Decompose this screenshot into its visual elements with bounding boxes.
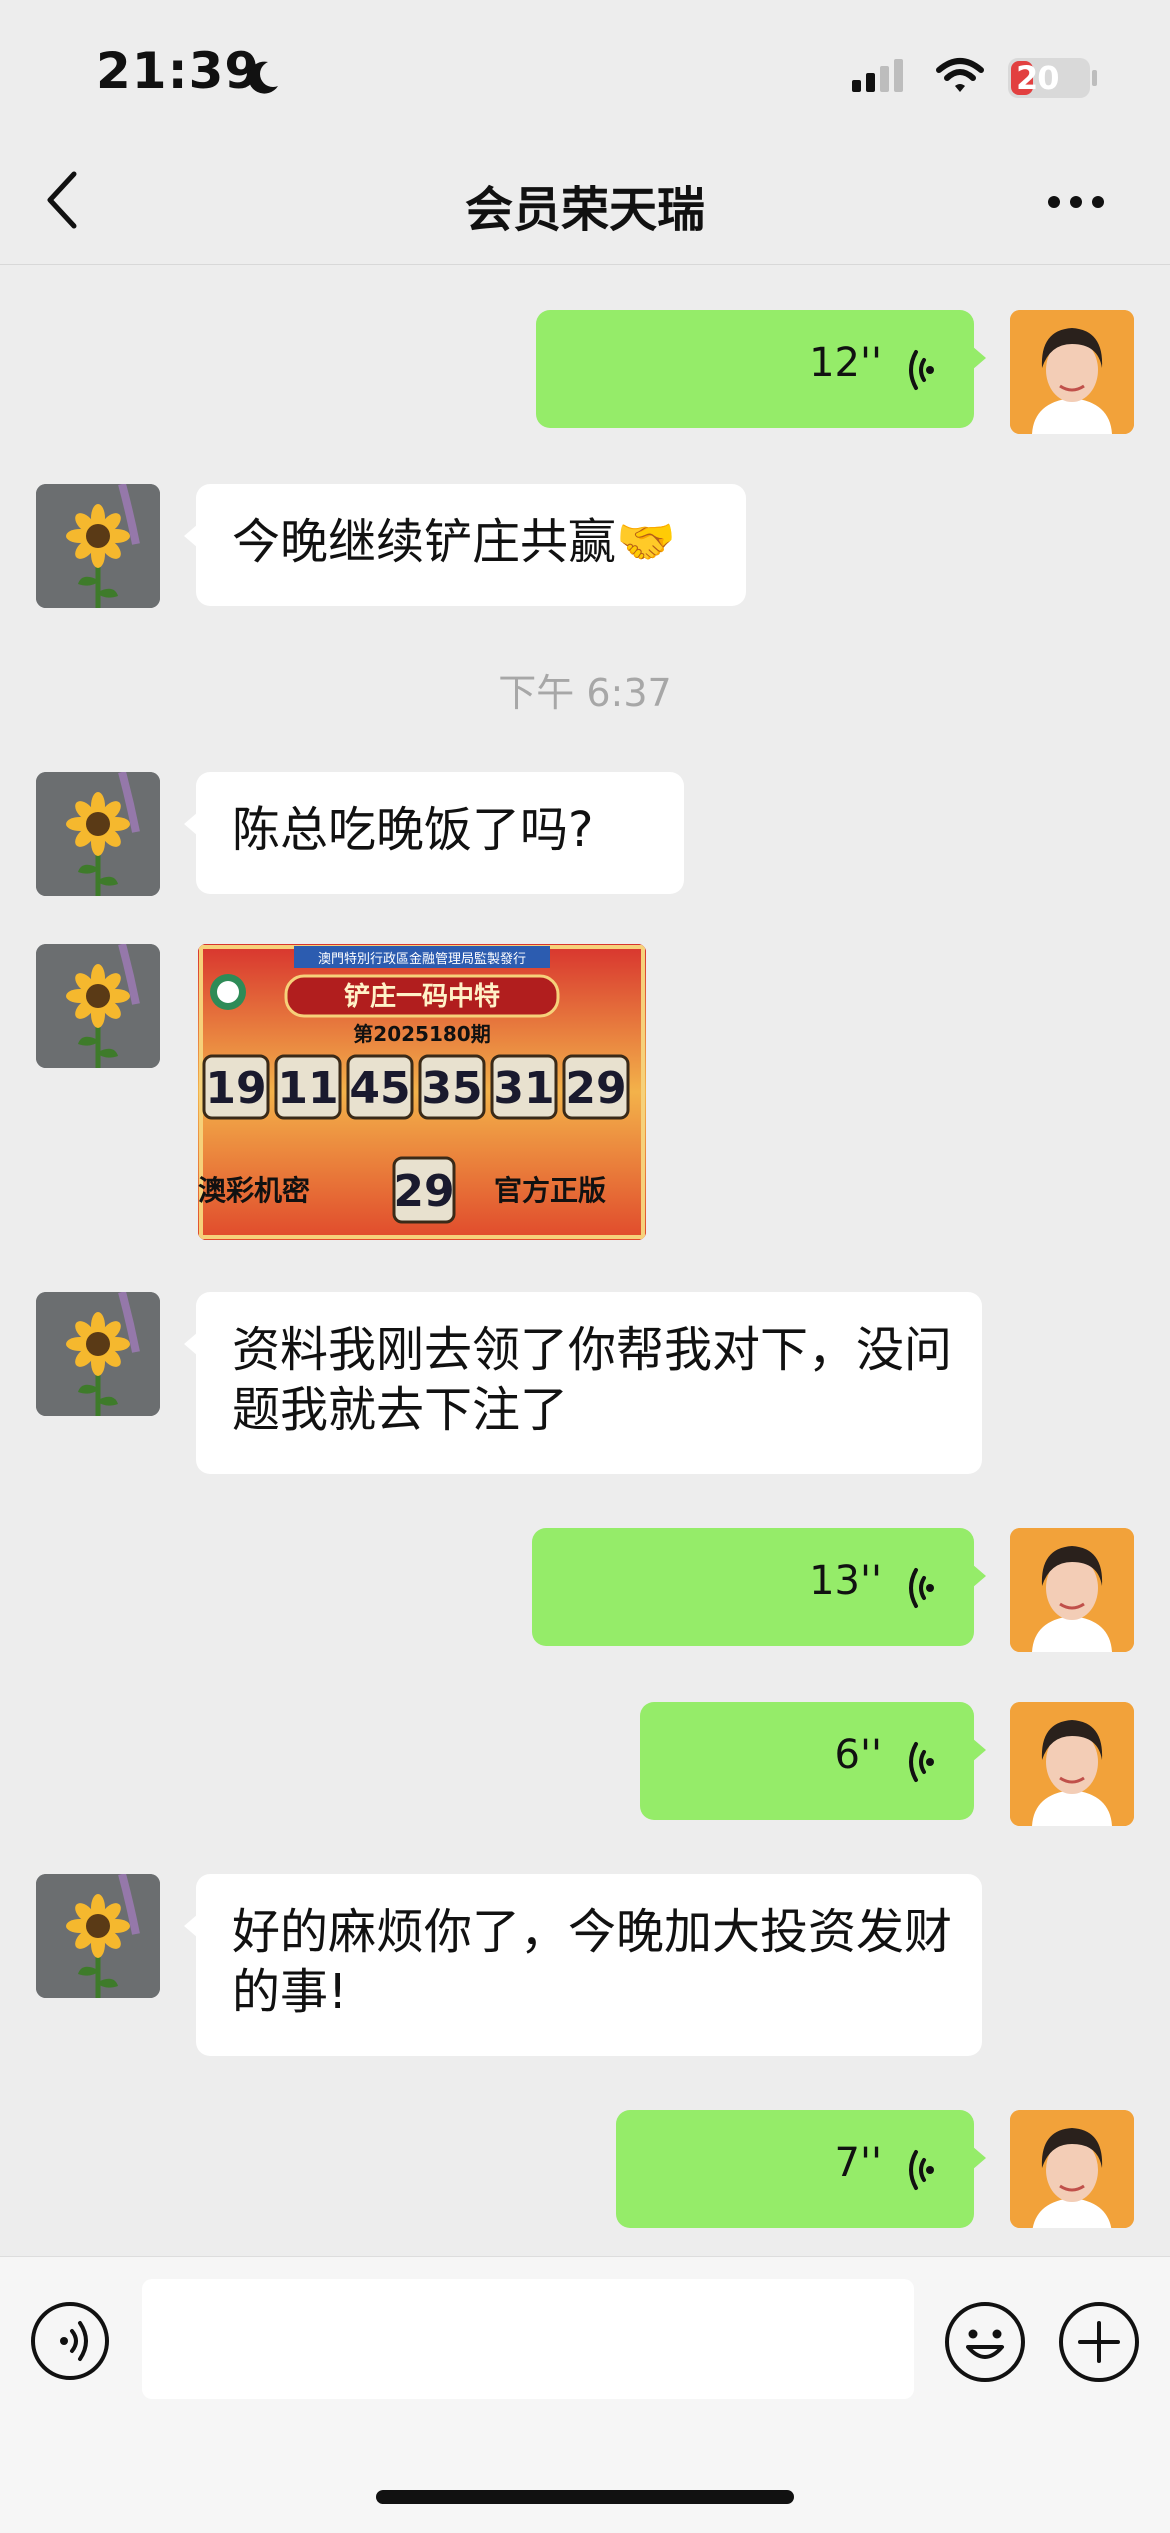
voice-wave-icon [909,350,934,390]
avatar[interactable] [36,484,160,608]
voice-wave-icon [909,1742,934,1782]
message-text: 今晚继续铲庄共赢🤝 [232,514,676,570]
lottery-special-number: 29 [393,1166,454,1217]
voice-duration: 12'' [809,340,882,386]
battery-level: 20 [1016,59,1060,97]
avatar-portrait [1010,1528,1134,1652]
avatar-portrait [1010,2110,1134,2228]
lottery-issue: 第2025180期 [353,1022,490,1046]
sunflower-avatar [36,1292,160,1416]
voice-toggle-icon[interactable] [30,2301,110,2381]
lottery-right-label: 官方正版 [494,1174,606,1207]
sunflower-avatar [36,1874,160,1998]
sunflower-avatar [36,484,160,608]
voice-message[interactable]: 13'' [532,1528,986,1646]
voice-message[interactable]: 7'' [616,2110,986,2228]
moon-icon [248,61,278,94]
avatar[interactable] [1010,2110,1134,2228]
avatar-portrait [1010,310,1134,434]
message-text: 好的麻烦你了，今晚加大投资发财的事! [232,1904,953,2020]
text-message[interactable]: 资料我刚去领了你帮我对下，没问题我就去下注了 [184,1292,982,1474]
voice-wave-icon [909,1568,934,1608]
lottery-number: 11 [277,1063,338,1114]
lottery-number: 31 [493,1063,554,1114]
sunflower-avatar [36,772,160,896]
lottery-header: 澳門特別行政區金融管理局監製發行 [318,951,526,967]
voice-wave-icon [909,2150,934,2190]
lottery-left-label: 澳彩机密 [198,1174,310,1207]
avatar[interactable] [1010,310,1134,434]
signal-icon [852,59,903,92]
image-message[interactable]: 澳門特別行政區金融管理局監製發行 铲庄一码中特 第2025180期 19 11 … [198,944,646,1240]
text-message[interactable]: 陈总吃晚饭了吗? [184,772,684,894]
status-bar: 21:39 20 [0,0,1170,140]
message-input[interactable] [142,2279,914,2399]
avatar[interactable] [36,944,160,1068]
voice-message[interactable]: 12'' [536,310,986,428]
voice-duration: 6'' [834,1732,882,1778]
lottery-image-graphic: 澳門特別行政區金融管理局監製發行 铲庄一码中特 第2025180期 19 11 … [198,944,646,1240]
text-message[interactable]: 今晚继续铲庄共赢🤝 [184,484,746,606]
lottery-number: 19 [205,1063,266,1114]
avatar[interactable] [36,1874,160,1998]
battery-icon: 20 [1008,58,1090,98]
avatar-portrait [1010,1702,1134,1826]
lottery-number: 29 [565,1063,626,1114]
home-indicator [376,2490,794,2504]
voice-duration: 7'' [834,2140,882,2186]
avatar[interactable] [1010,1702,1134,1826]
nav-bar: 会员荣天瑞 [0,140,1170,265]
text-message[interactable]: 好的麻烦你了，今晚加大投资发财的事! [184,1874,982,2056]
lottery-number: 35 [421,1063,482,1114]
avatar[interactable] [36,1292,160,1416]
message-text: 陈总吃晚饭了吗? [232,802,594,858]
voice-message[interactable]: 6'' [640,1702,986,1820]
chat-title: 会员荣天瑞 [464,182,705,238]
avatar[interactable] [36,772,160,896]
avatar[interactable] [1010,1528,1134,1652]
emoji-icon[interactable] [944,2301,1026,2383]
plus-icon[interactable] [1058,2301,1140,2383]
voice-duration: 13'' [809,1558,882,1604]
message-text: 资料我刚去领了你帮我对下，没问题我就去下注了 [232,1322,953,1438]
battery-cap [1092,70,1097,86]
lottery-title: 铲庄一码中特 [344,981,500,1012]
sunflower-avatar [36,944,160,1068]
wifi-icon [936,58,984,92]
clock: 21:39 [96,42,261,100]
lottery-number: 45 [349,1063,410,1114]
timestamp: 下午 6:37 [498,671,672,715]
more-dots-icon[interactable] [1046,192,1106,212]
